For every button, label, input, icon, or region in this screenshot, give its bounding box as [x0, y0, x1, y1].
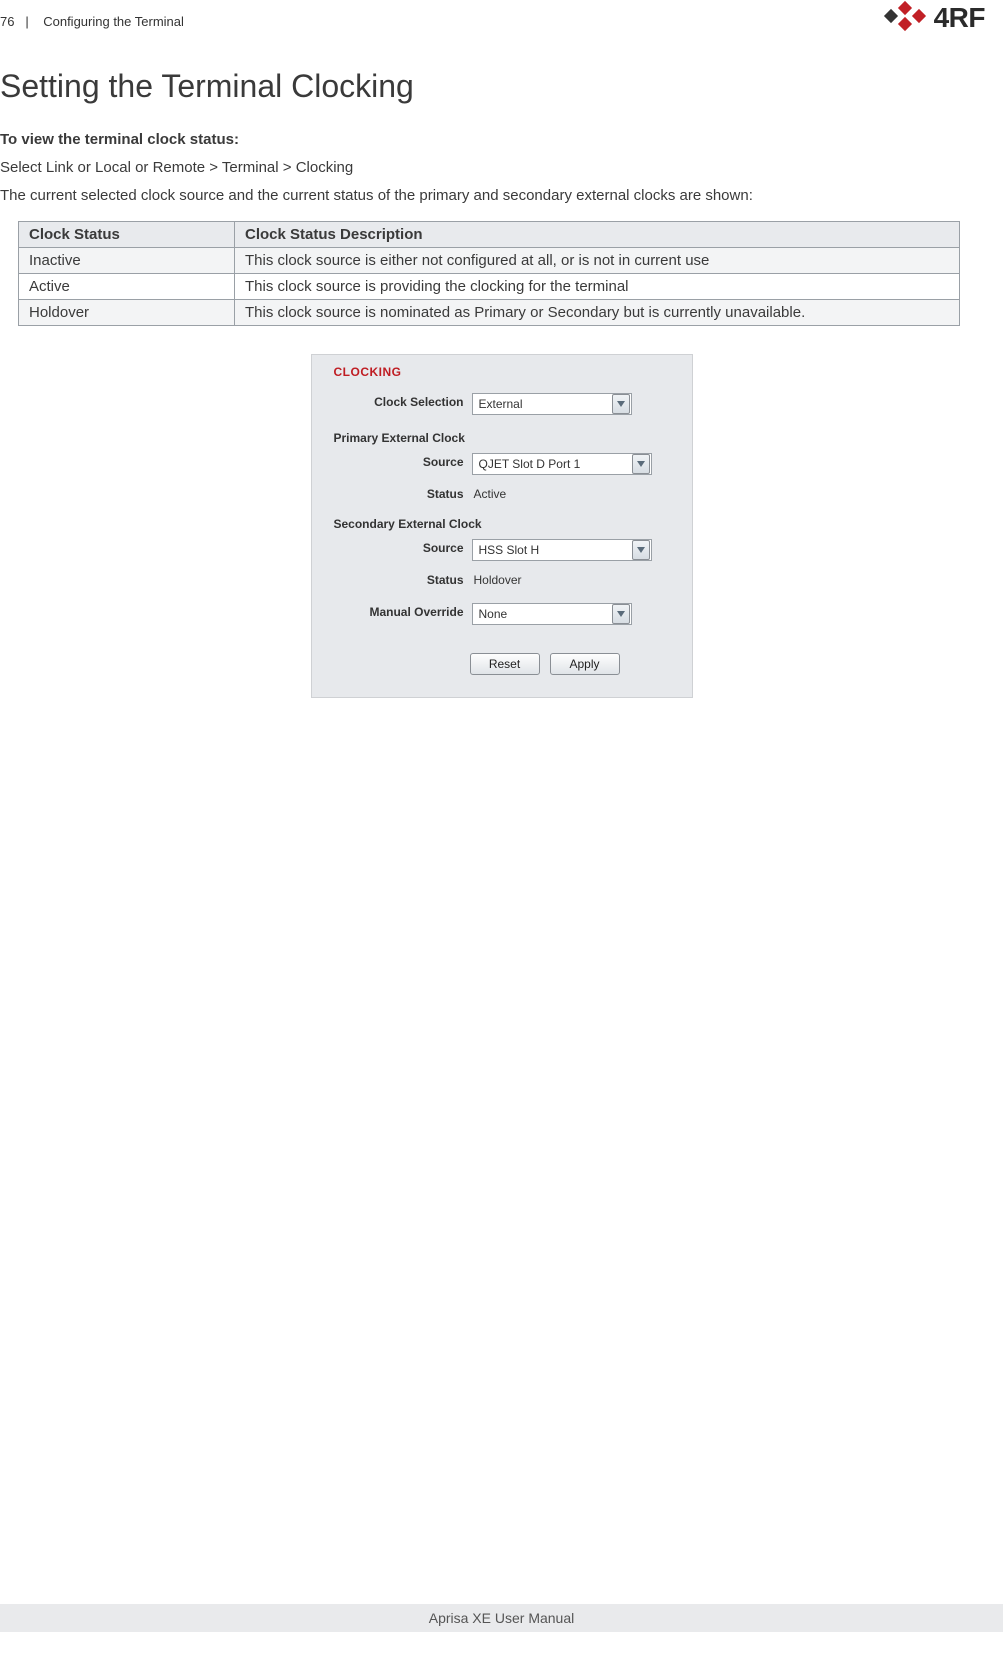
- table-cell-description: This clock source is providing the clock…: [235, 273, 960, 299]
- clocking-panel: CLOCKING Clock Selection External Primar…: [311, 354, 693, 698]
- table-header-status: Clock Status: [19, 221, 235, 247]
- table-row: Inactive This clock source is either not…: [19, 247, 960, 273]
- manual-override-label: Manual Override: [334, 605, 464, 619]
- dropdown-icon[interactable]: [632, 540, 650, 560]
- apply-button[interactable]: Apply: [550, 653, 620, 675]
- dropdown-icon[interactable]: [632, 454, 650, 474]
- page-title: Setting the Terminal Clocking: [0, 68, 1003, 105]
- intro-text: The current selected clock source and th…: [0, 186, 1003, 206]
- primary-external-clock-label: Primary External Clock: [334, 431, 465, 445]
- primary-status-label: Status: [372, 487, 464, 501]
- primary-source-select[interactable]: QJET Slot D Port 1: [472, 453, 652, 475]
- table-cell-status: Active: [19, 273, 235, 299]
- table-cell-description: This clock source is either not configur…: [235, 247, 960, 273]
- page-content: Setting the Terminal Clocking To view th…: [0, 48, 1003, 698]
- dropdown-icon[interactable]: [612, 394, 630, 414]
- primary-source-value: QJET Slot D Port 1: [473, 457, 632, 471]
- clock-selection-label: Clock Selection: [334, 395, 464, 409]
- table-cell-description: This clock source is nominated as Primar…: [235, 299, 960, 325]
- apply-button-label: Apply: [569, 657, 599, 671]
- page-header: 76 | Configuring the Terminal 4RF: [0, 0, 1003, 48]
- brand-logo-text: 4RF: [934, 2, 985, 34]
- brand-logo-icon: [886, 3, 926, 33]
- header-sep: |: [25, 14, 28, 29]
- secondary-status-label: Status: [372, 573, 464, 587]
- breadcrumb-instruction: Select Link or Local or Remote > Termina…: [0, 158, 1003, 178]
- secondary-source-value: HSS Slot H: [473, 543, 632, 557]
- page-number: 76: [0, 14, 14, 29]
- table-cell-status: Holdover: [19, 299, 235, 325]
- panel-title: CLOCKING: [334, 365, 402, 379]
- clock-selection-value: External: [473, 397, 612, 411]
- secondary-external-clock-label: Secondary External Clock: [334, 517, 482, 531]
- primary-source-label: Source: [372, 455, 464, 469]
- table-row: Holdover This clock source is nominated …: [19, 299, 960, 325]
- table-cell-status: Inactive: [19, 247, 235, 273]
- clock-status-table: Clock Status Clock Status Description In…: [18, 221, 960, 326]
- reset-button[interactable]: Reset: [470, 653, 540, 675]
- manual-override-value: None: [473, 607, 612, 621]
- manual-override-select[interactable]: None: [472, 603, 632, 625]
- section-subheading: To view the terminal clock status:: [0, 131, 1003, 148]
- reset-button-label: Reset: [489, 657, 520, 671]
- table-row: Active This clock source is providing th…: [19, 273, 960, 299]
- secondary-status-value: Holdover: [474, 573, 522, 587]
- dropdown-icon[interactable]: [612, 604, 630, 624]
- footer-text: Aprisa XE User Manual: [429, 1610, 575, 1626]
- page-footer: Aprisa XE User Manual: [0, 1604, 1003, 1632]
- header-section-title: Configuring the Terminal: [43, 14, 184, 29]
- table-header-description: Clock Status Description: [235, 221, 960, 247]
- secondary-source-label: Source: [372, 541, 464, 555]
- header-page-section: 76 | Configuring the Terminal: [0, 14, 184, 29]
- clock-selection-select[interactable]: External: [472, 393, 632, 415]
- secondary-source-select[interactable]: HSS Slot H: [472, 539, 652, 561]
- brand-logo: 4RF: [886, 2, 985, 34]
- primary-status-value: Active: [474, 487, 507, 501]
